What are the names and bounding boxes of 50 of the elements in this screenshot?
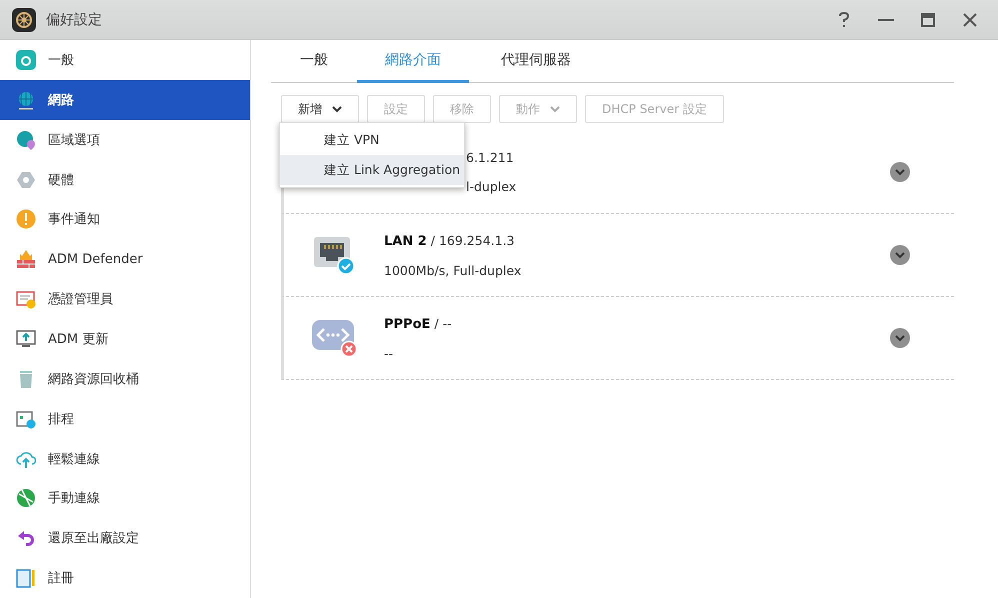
expand-button[interactable] [890, 328, 910, 348]
tab[interactable]: 一般 [271, 40, 357, 83]
caret-icon [550, 106, 560, 112]
ethernet-port-icon [312, 235, 356, 275]
sidebar-item[interactable]: 還原至出廠設定 [0, 518, 250, 558]
sidebar-item[interactable]: 硬體 [0, 160, 250, 200]
caret-icon [332, 106, 342, 112]
sidebar-item[interactable]: 網路資源回收桶 [0, 358, 250, 399]
monitor-upload-icon [16, 328, 36, 349]
interface-speed: l-duplex [466, 179, 518, 194]
calendar-clock-icon [16, 408, 36, 429]
minimize-icon [878, 18, 894, 22]
notepad-pencil-icon [16, 568, 36, 588]
close-icon [963, 12, 977, 26]
menu-item[interactable]: 建立 Link Aggregation [280, 155, 464, 185]
sidebar-item[interactable]: 區域選項 [0, 120, 250, 160]
undo-arrow-icon [16, 528, 36, 548]
sidebar-item[interactable]: 事件通知 [0, 199, 250, 240]
help-icon [838, 12, 850, 28]
globe-pin-icon [16, 130, 36, 150]
warning-icon [16, 209, 36, 230]
sidebar-item[interactable]: 排程 [0, 398, 250, 439]
interface-speed: 1000Mb/s, Full-duplex [384, 262, 522, 278]
sidebar-item[interactable]: 網路 [0, 80, 250, 120]
interface-address: PPPoE / -- [384, 316, 453, 332]
chevron-down-icon [895, 252, 905, 258]
sidebar-item[interactable]: 手動連線 [0, 478, 250, 518]
sidebar-item[interactable]: 憑證管理員 [0, 279, 250, 320]
interface-address: LAN 2 / 169.254.1.3 [384, 232, 516, 248]
window-title: 偏好設定 [46, 10, 103, 28]
hex-nut-icon [16, 170, 36, 190]
sidebar-item[interactable]: ADM 更新 [0, 319, 250, 359]
interface-speed: -- [384, 346, 394, 360]
sidebar-item[interactable]: 輕鬆連線 [0, 438, 250, 478]
connection-status-icon [310, 318, 358, 358]
menu-item[interactable]: 建立 VPN [280, 125, 464, 155]
toolbar-button[interactable]: 新增 [281, 95, 359, 123]
expand-button[interactable] [890, 162, 910, 182]
maximize-icon [921, 12, 935, 26]
expand-button[interactable] [890, 245, 910, 265]
sidebar-item[interactable]: 一般 [0, 40, 250, 80]
firewall-icon [16, 249, 36, 270]
sidebar-item[interactable]: ADM Defender [0, 239, 250, 280]
tab[interactable]: 代理伺服器 [469, 40, 603, 83]
chevron-down-icon [895, 334, 905, 342]
chevron-down-icon [895, 168, 905, 176]
gear-wheel-icon [12, 8, 36, 32]
interface-address: 6.1.211 [466, 150, 515, 165]
sidebar-item[interactable]: 註冊 [0, 558, 250, 598]
certificate-icon [16, 289, 36, 310]
